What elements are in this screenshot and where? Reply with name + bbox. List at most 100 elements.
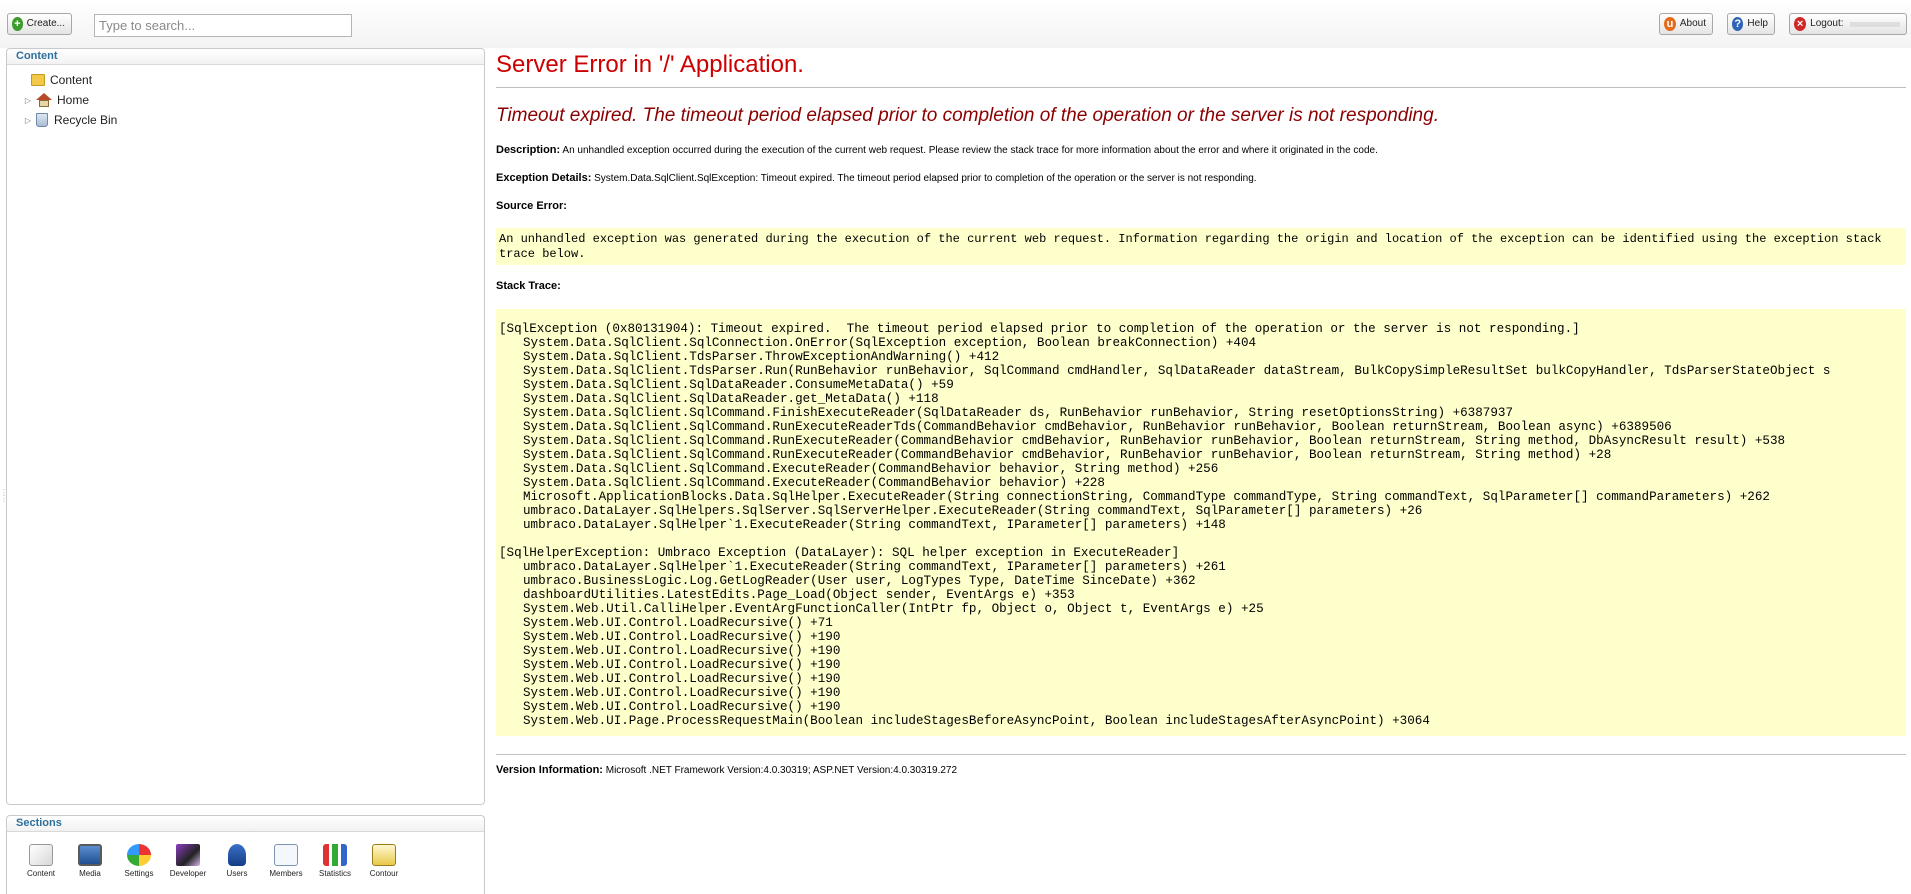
stack-trace-line [499,532,1903,546]
expand-arrow-icon[interactable]: ▷ [23,116,33,125]
stack-trace-line: System.Data.SqlClient.SqlCommand.FinishE… [523,406,1514,420]
stack-trace-line: [SqlHelperException: Umbraco Exception (… [499,546,1180,560]
logout-icon: × [1794,17,1807,31]
top-toolbar: + Create... u About ? Help × Logout: [0,0,1911,48]
about-button-label: About [1679,18,1706,29]
create-button[interactable]: + Create... [7,13,72,35]
stack-trace-box: [SqlException (0x80131904): Timeout expi… [496,309,1906,736]
contour-icon [372,844,396,866]
members-icon [274,844,298,866]
stack-trace-line: System.Data.SqlClient.SqlCommand.Execute… [523,476,1105,490]
exception-details-label: Exception Details: [496,172,592,184]
section-label: Members [269,869,303,878]
folder-icon [31,74,45,86]
tree-node-label: Recycle Bin [54,113,118,127]
version-information-line: Version Information: Microsoft .NET Fram… [496,764,957,776]
logout-button-label: Logout: [1810,18,1844,29]
about-icon: u [1664,17,1676,31]
help-icon: ? [1732,17,1744,31]
description-text: An unhandled exception occurred during t… [560,145,1378,156]
stack-trace-line: System.Data.SqlClient.TdsParser.Run(RunB… [523,364,1831,378]
home-icon [36,93,52,107]
section-members[interactable]: Members [262,844,310,878]
tree-node-home[interactable]: ▷ Home [23,91,89,109]
plus-icon: + [12,17,23,31]
stack-trace-line: dashboardUtilities.LatestEdits.Page_Load… [523,588,1075,602]
tree-node-recycle-bin[interactable]: ▷ Recycle Bin [23,111,117,129]
section-label: Statistics [318,869,351,878]
logout-button[interactable]: × Logout: [1789,13,1907,35]
source-error-box: An unhandled exception was generated dur… [496,228,1906,265]
source-error-label: Source Error: [496,200,567,212]
settings-icon [127,844,151,866]
sections-panel-title: Sections [7,816,484,832]
stack-trace-line: System.Web.Util.CalliHelper.EventArgFunc… [523,602,1264,616]
about-button[interactable]: u About [1659,13,1713,35]
section-label: Settings [124,869,154,878]
recycle-bin-icon [36,113,48,127]
stack-trace-line: System.Data.SqlClient.SqlDataReader.get_… [523,392,939,406]
description-label: Description: [496,144,561,156]
content-panel-title: Content [7,49,484,65]
content-icon [29,844,53,866]
stack-trace-line: System.Data.SqlClient.SqlConnection.OnEr… [523,336,1257,350]
stack-trace-line: System.Web.UI.Page.ProcessRequestMain(Bo… [523,714,1430,728]
tree-node-label: Content [50,73,93,87]
section-label: Content [26,869,56,878]
stack-trace-line: [SqlException (0x80131904): Timeout expi… [499,322,1580,336]
stack-trace-line: Microsoft.ApplicationBlocks.Data.SqlHelp… [523,490,1770,504]
section-label: Developer [169,869,207,878]
help-button[interactable]: ? Help [1727,13,1775,35]
section-statistics[interactable]: Statistics [311,844,359,878]
tree-node-label: Home [57,93,90,107]
section-users[interactable]: Users [213,844,261,878]
stack-trace-line: System.Data.SqlClient.SqlCommand.RunExec… [523,420,1672,434]
statistics-icon [323,844,347,866]
help-button-label: Help [1747,18,1768,29]
section-contour[interactable]: Contour [360,844,408,878]
search-input[interactable] [94,14,352,37]
section-settings[interactable]: Settings [115,844,163,878]
logout-username-redacted [1849,21,1900,27]
stack-trace-line: System.Web.UI.Control.LoadRecursive() +1… [523,686,841,700]
expand-arrow-icon[interactable]: ▷ [23,96,33,105]
tree-node-content-root[interactable]: Content [18,71,92,89]
stack-trace-line: System.Data.SqlClient.SqlDataReader.Cons… [523,378,954,392]
stack-trace-line: System.Data.SqlClient.SqlCommand.Execute… [523,462,1219,476]
stack-trace-line: umbraco.BusinessLogic.Log.GetLogReader(U… [523,574,1196,588]
developer-icon [176,844,200,866]
stack-trace-line: System.Web.UI.Control.LoadRecursive() +1… [523,644,841,658]
stack-trace-line: System.Web.UI.Control.LoadRecursive() +1… [523,672,841,686]
exception-details-text: System.Data.SqlClient.SqlException: Time… [591,173,1257,184]
stack-trace-line: System.Web.UI.Control.LoadRecursive() +1… [523,658,841,672]
stack-trace-line: umbraco.DataLayer.SqlHelper`1.ExecuteRea… [523,560,1226,574]
stack-trace-line: System.Web.UI.Control.LoadRecursive() +1… [523,700,841,714]
stack-trace-line: umbraco.DataLayer.SqlHelpers.SqlServer.S… [523,504,1423,518]
section-developer[interactable]: Developer [164,844,212,878]
section-label: Media [79,869,101,878]
stack-trace-line: System.Data.SqlClient.TdsParser.ThrowExc… [523,350,1000,364]
users-icon [228,844,246,866]
splitter-grip-icon[interactable]: ⋮ ⋮ [0,489,8,503]
divider [496,87,1906,88]
divider [496,754,1906,755]
section-label: Contour [369,869,399,878]
sections-panel: Sections Content Media Settings Develope… [6,815,485,894]
section-content[interactable]: Content [17,844,65,878]
stack-trace-line: System.Data.SqlClient.SqlCommand.RunExec… [523,448,1612,462]
page-title: Server Error in '/' Application. [496,51,804,78]
stack-trace-line: System.Data.SqlClient.SqlCommand.RunExec… [523,434,1786,448]
content-panel: Content Content ▷ Home ▷ Recycle Bin [6,48,485,805]
error-message: Timeout expired. The timeout period elap… [496,105,1439,126]
media-icon [78,844,102,866]
description-line: Description: An unhandled exception occu… [496,144,1378,156]
version-information-label: Version Information: [496,764,603,776]
section-media[interactable]: Media [66,844,114,878]
stack-trace-line: System.Web.UI.Control.LoadRecursive() +7… [523,616,833,630]
stack-trace-label: Stack Trace: [496,280,561,292]
section-label: Users [226,869,248,878]
version-information-text: Microsoft .NET Framework Version:4.0.303… [602,765,958,776]
stack-trace-line: umbraco.DataLayer.SqlHelper`1.ExecuteRea… [523,518,1226,532]
create-button-label: Create... [26,18,65,29]
stack-trace-line: System.Web.UI.Control.LoadRecursive() +1… [523,630,841,644]
